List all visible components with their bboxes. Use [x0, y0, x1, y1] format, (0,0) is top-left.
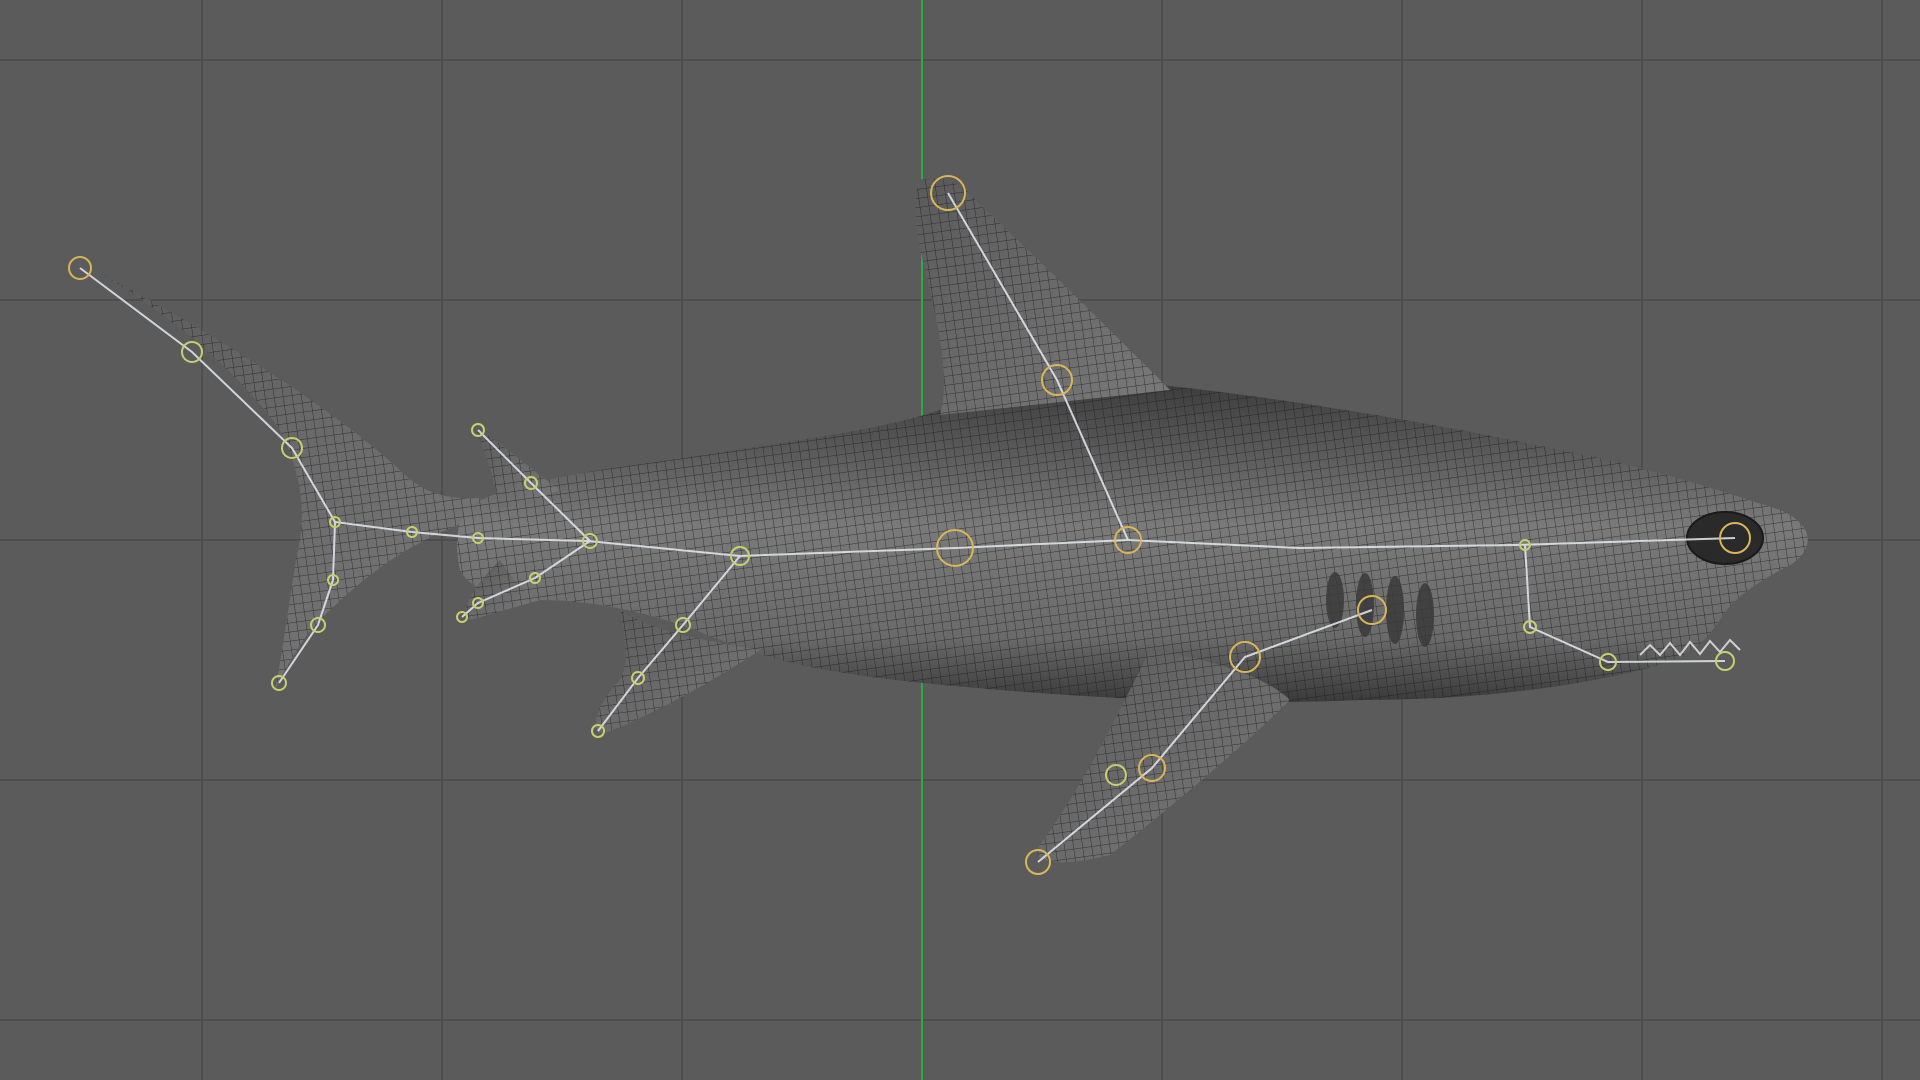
viewport-canvas[interactable]: [0, 0, 1920, 1080]
3d-viewport[interactable]: [0, 0, 1920, 1080]
tail-fin: [80, 262, 480, 690]
